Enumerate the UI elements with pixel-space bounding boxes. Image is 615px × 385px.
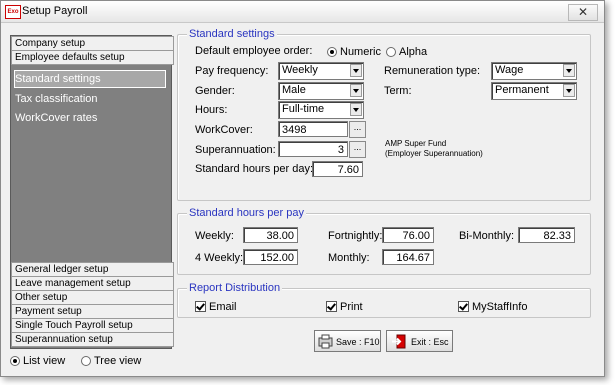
standard-hours-per-day-field[interactable]: 7.60 xyxy=(312,161,363,177)
setup-payroll-window: Exo Setup Payroll ✕ Company setup Employ… xyxy=(0,0,605,377)
close-button[interactable]: ✕ xyxy=(568,4,598,21)
exit-button-label: Exit : Esc xyxy=(411,337,449,347)
hours-select[interactable]: Full-time xyxy=(278,101,364,119)
bi-monthly-hours-field[interactable]: 82.33 xyxy=(518,227,575,243)
window-title: Setup Payroll xyxy=(22,5,88,17)
hours-label: Hours: xyxy=(195,104,228,116)
fortnightly-hours-field[interactable]: 76.00 xyxy=(382,227,434,243)
exit-icon xyxy=(392,334,406,349)
save-button-label: Save : F10 xyxy=(336,337,380,347)
superannuation-label: Superannuation: xyxy=(195,144,276,156)
gender-value: Male xyxy=(282,84,306,96)
chevron-down-icon[interactable] xyxy=(350,64,362,77)
workcover-field[interactable]: 3498 xyxy=(278,121,348,137)
chevron-down-icon[interactable] xyxy=(350,84,362,97)
close-icon: ✕ xyxy=(577,5,589,19)
term-select[interactable]: Permanent xyxy=(491,82,577,100)
remuneration-type-label: Remuneration type: xyxy=(384,65,480,77)
standard-settings-title: Standard settings xyxy=(187,28,277,40)
weekly-label: Weekly: xyxy=(195,230,234,242)
list-view-radio[interactable] xyxy=(10,356,20,366)
super-fund-name: AMP Super Fund xyxy=(385,139,447,148)
print-label: Print xyxy=(340,301,363,313)
mystaffinfo-label: MyStaffInfo xyxy=(472,301,528,313)
four-weekly-hours-field[interactable]: 152.00 xyxy=(243,249,298,265)
gender-select[interactable]: Male xyxy=(278,82,364,100)
chevron-down-icon[interactable] xyxy=(563,84,575,97)
order-numeric-label: Numeric xyxy=(340,46,381,58)
app-icon: Exo xyxy=(5,5,21,19)
nav-header-payment-setup[interactable]: Payment setup xyxy=(11,304,174,319)
exit-button[interactable]: Exit : Esc xyxy=(386,330,453,352)
workcover-lookup-button[interactable]: ... xyxy=(349,121,366,138)
save-icon xyxy=(318,334,333,349)
order-alpha-label: Alpha xyxy=(399,46,428,58)
pay-frequency-select[interactable]: Weekly xyxy=(278,62,364,80)
tree-view-label: Tree view xyxy=(94,355,142,367)
pay-frequency-value: Weekly xyxy=(282,64,318,76)
nav-header-employee-defaults-setup[interactable]: Employee defaults setup xyxy=(11,50,174,65)
save-button[interactable]: Save : F10 xyxy=(314,330,381,352)
superannuation-lookup-button[interactable]: ... xyxy=(349,141,366,158)
bi-monthly-label: Bi-Monthly: xyxy=(459,230,515,242)
email-label: Email xyxy=(209,301,237,313)
remuneration-type-value: Wage xyxy=(495,64,524,76)
standard-hours-per-pay-group xyxy=(177,213,591,275)
pay-frequency-label: Pay frequency: xyxy=(195,65,269,77)
super-fund-type: (Employer Superannuation) xyxy=(385,149,483,158)
setup-navigation-panel: Company setup Employee defaults setup St… xyxy=(10,35,174,349)
term-label: Term: xyxy=(384,85,412,97)
nav-item-tax-classification[interactable]: Tax classification xyxy=(15,91,165,107)
email-checkbox[interactable] xyxy=(195,301,206,312)
four-weekly-label: 4 Weekly: xyxy=(195,252,244,264)
nav-header-leave-management-setup[interactable]: Leave management setup xyxy=(11,276,174,291)
nav-header-general-ledger-setup[interactable]: General ledger setup xyxy=(11,262,174,277)
list-view-label: List view xyxy=(23,355,66,367)
default-employee-order-label: Default employee order: xyxy=(195,45,313,57)
workcover-label: WorkCover: xyxy=(195,124,253,136)
nav-header-other-setup[interactable]: Other setup xyxy=(11,290,174,305)
nav-header-company-setup[interactable]: Company setup xyxy=(11,36,174,51)
chevron-down-icon[interactable] xyxy=(350,103,362,116)
nav-header-superannuation-setup[interactable]: Superannuation setup xyxy=(11,332,174,347)
weekly-hours-field[interactable]: 38.00 xyxy=(243,227,298,243)
report-distribution-title: Report Distribution xyxy=(187,282,283,294)
nav-item-standard-settings[interactable]: Standard settings xyxy=(14,70,166,88)
hours-value: Full-time xyxy=(282,103,325,115)
remuneration-type-select[interactable]: Wage xyxy=(491,62,577,80)
nav-header-single-touch-payroll-setup[interactable]: Single Touch Payroll setup xyxy=(11,318,174,333)
mystaffinfo-checkbox[interactable] xyxy=(458,301,469,312)
standard-settings-group xyxy=(177,34,591,201)
fortnightly-label: Fortnightly: xyxy=(328,230,383,242)
title-bar: Exo Setup Payroll ✕ xyxy=(1,1,604,23)
standard-hours-per-day-label: Standard hours per day: xyxy=(195,163,314,175)
order-alpha-radio[interactable] xyxy=(386,47,396,57)
print-checkbox[interactable] xyxy=(326,301,337,312)
gender-label: Gender: xyxy=(195,85,235,97)
order-numeric-radio[interactable] xyxy=(327,47,337,57)
chevron-down-icon[interactable] xyxy=(563,64,575,77)
monthly-hours-field[interactable]: 164.67 xyxy=(382,249,434,265)
monthly-label: Monthly: xyxy=(328,252,370,264)
nav-item-workcover-rates[interactable]: WorkCover rates xyxy=(15,110,165,126)
term-value: Permanent xyxy=(495,84,549,96)
standard-hours-per-pay-title: Standard hours per pay xyxy=(187,207,306,219)
tree-view-radio[interactable] xyxy=(81,356,91,366)
superannuation-field[interactable]: 3 xyxy=(278,141,348,157)
